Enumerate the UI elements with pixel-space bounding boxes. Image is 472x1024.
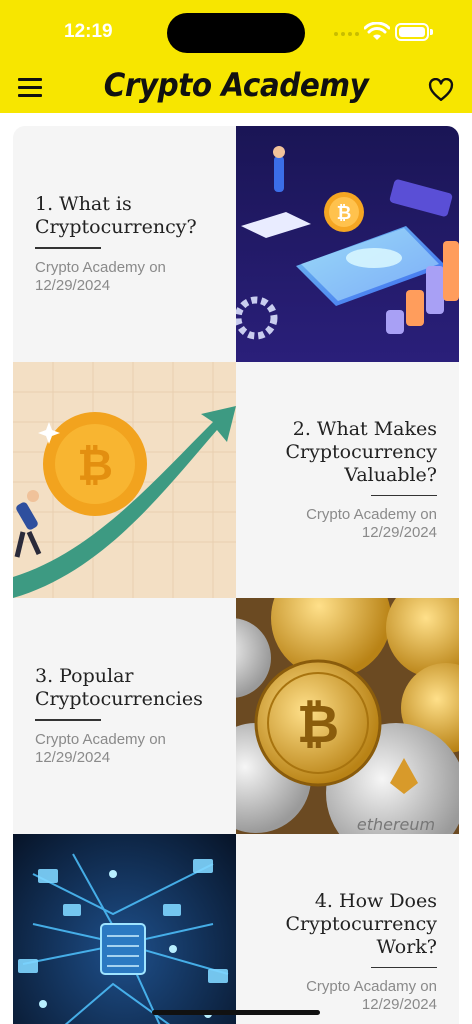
article-title: 1. What is Cryptocurrency? [35, 193, 197, 239]
divider [35, 719, 101, 721]
divider [35, 247, 101, 249]
article-text: 2. What Makes Cryptocurrency Valuable? C… [236, 362, 459, 598]
article-card[interactable]: 3. Popular Cryptocurrencies Crypto Acade… [13, 598, 459, 834]
app-header: 12:19 Crypto Academy [0, 0, 472, 113]
article-image [13, 834, 236, 1024]
wifi-icon [364, 22, 390, 40]
article-title: 4. How Does Cryptocurrency Work? [285, 889, 438, 958]
battery-tip [430, 29, 433, 35]
svg-text:₿: ₿ [297, 695, 339, 755]
article-meta: Crypto Academy on 12/29/2024 [35, 730, 166, 766]
dynamic-island [167, 13, 305, 53]
home-indicator[interactable] [152, 1010, 320, 1015]
article-card[interactable]: 1. What is Cryptocurrency? Crypto Academ… [13, 126, 459, 362]
article-meta: Crypto Academy on 12/29/2024 [35, 258, 166, 294]
favorites-button[interactable] [428, 78, 454, 102]
app-title: Crypto Academy [103, 66, 369, 104]
article-text: 4. How Does Cryptocurrency Work? Crypto … [236, 834, 459, 1024]
battery-icon [395, 23, 429, 41]
article-image: ₿ [13, 362, 236, 598]
article-image: ₿ ethereum [236, 598, 459, 834]
svg-text:₿: ₿ [77, 440, 113, 491]
article-title: 3. Popular Cryptocurrencies [35, 665, 203, 711]
svg-text:ethereum: ethereum [357, 815, 435, 834]
article-card[interactable]: 4. How Does Cryptocurrency Work? Crypto … [13, 834, 459, 1024]
article-text: 1. What is Cryptocurrency? Crypto Academ… [13, 126, 236, 362]
article-title: 2. What Makes Cryptocurrency Valuable? [285, 417, 438, 486]
divider [371, 966, 437, 969]
svg-text:₿: ₿ [337, 203, 352, 224]
status-time: 12:19 [64, 21, 113, 42]
divider [371, 494, 437, 497]
article-meta: Crypto Acadamy on 12/29/2024 [306, 978, 437, 1014]
article-meta: Crypto Academy on 12/29/2024 [306, 506, 437, 542]
cellular-signal-icon [334, 32, 359, 36]
heart-outline-icon [428, 78, 454, 101]
article-image: ₿ [236, 126, 459, 362]
article-text: 3. Popular Cryptocurrencies Crypto Acade… [13, 598, 236, 834]
article-card[interactable]: ₿ 2. What Makes Cryptocurrency Valuable?… [13, 362, 459, 598]
